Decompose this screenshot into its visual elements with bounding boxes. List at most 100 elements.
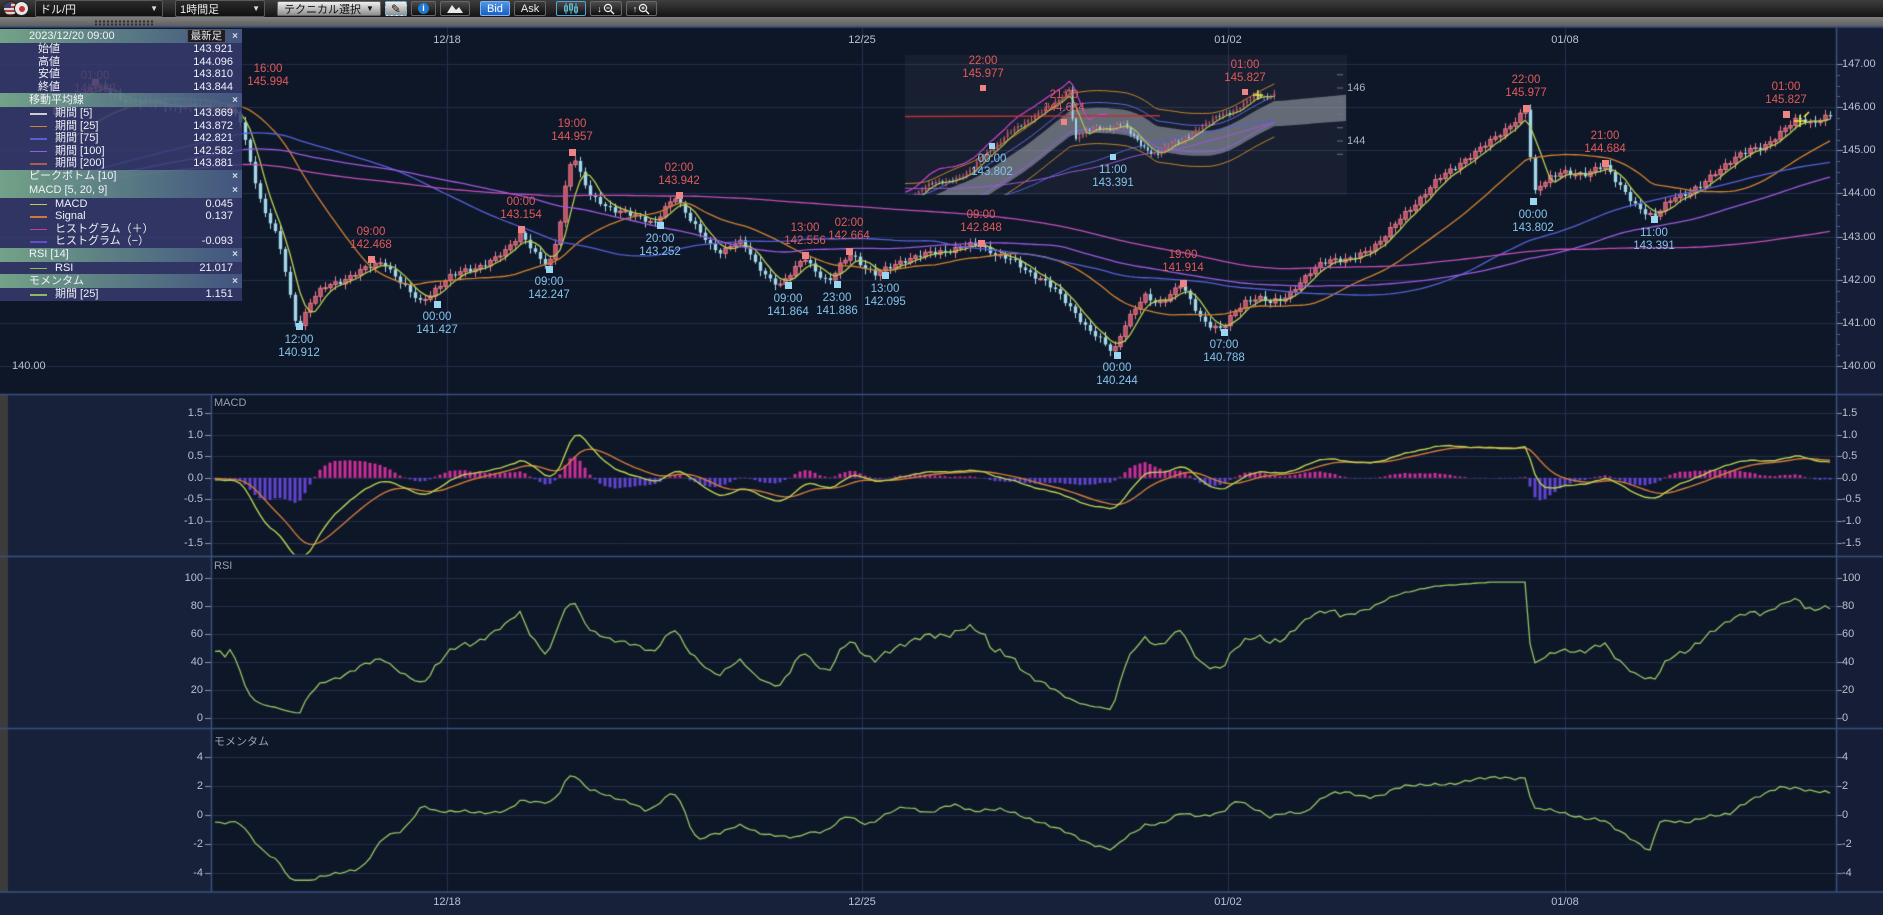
pencil-icon: ✎ xyxy=(391,2,401,16)
zoom-out-button[interactable]: ↓ xyxy=(590,1,622,16)
ohlc-label: 終値 xyxy=(38,81,60,94)
indicator-value: 143.881 xyxy=(193,157,233,170)
technical-select-button[interactable]: テクニカル選択 ▼ xyxy=(277,1,381,16)
indicator-row: 期間 [200] 143.881 xyxy=(0,157,242,170)
indicator-value: 142.582 xyxy=(193,145,233,158)
indicator-value: 142.821 xyxy=(193,132,233,145)
chevron-down-icon: ▼ xyxy=(366,4,374,13)
ohlc-value: 144.096 xyxy=(193,56,233,69)
info-button[interactable]: i xyxy=(411,1,436,16)
candlestick-icon xyxy=(563,3,579,14)
chart-canvas[interactable] xyxy=(0,0,1883,915)
indicator-value: 21.017 xyxy=(199,262,233,275)
close-icon[interactable]: × xyxy=(232,276,238,287)
magnifier-minus-icon xyxy=(603,3,615,15)
line-swatch-icon xyxy=(30,241,47,243)
indicator-value: 0.137 xyxy=(205,210,233,223)
indicator-label: ヒストグラム（−） xyxy=(55,235,149,248)
indicator-label: 期間 [25] xyxy=(55,120,98,133)
line-swatch-icon xyxy=(30,294,47,296)
mountain-icon xyxy=(447,4,463,13)
indicator-section-header: モメンタム × xyxy=(0,274,242,288)
draw-tool-button[interactable]: ✎ xyxy=(385,1,407,16)
chevron-down-icon: ▼ xyxy=(150,4,158,13)
area-chart-button[interactable] xyxy=(440,1,470,16)
line-swatch-icon xyxy=(30,113,47,115)
ask-toggle[interactable]: Ask xyxy=(514,1,546,16)
ohlc-row: 高値 144.096 xyxy=(0,56,242,69)
ohlc-value: 143.921 xyxy=(193,43,233,56)
section-title: RSI [14] xyxy=(29,248,69,261)
ohlc-row: 安値 143.810 xyxy=(0,68,242,81)
indicator-value: 1.151 xyxy=(205,288,233,301)
indicator-value: 0.045 xyxy=(205,198,233,211)
indicator-value: 143.869 xyxy=(193,107,233,120)
indicator-section-header: 移動平均線 × xyxy=(0,93,242,107)
indicator-value: -0.093 xyxy=(202,235,233,248)
section-title: ピークボトム [10] xyxy=(29,170,116,183)
indicator-section-header: ピークボトム [10] × xyxy=(0,170,242,184)
indicator-section-header: MACD [5, 20, 9] × xyxy=(0,184,242,198)
drag-handle[interactable] xyxy=(94,20,154,26)
timeframe-select[interactable]: 1時間足 ▼ xyxy=(175,0,265,17)
ohlc-info-panel: 2023/12/20 09:00 最新足 × 始値143.921高値144.09… xyxy=(0,29,242,301)
line-swatch-icon xyxy=(30,151,47,153)
section-title: MACD [5, 20, 9] xyxy=(29,184,107,197)
indicator-label: 期間 [100] xyxy=(55,145,105,158)
ohlc-value: 143.810 xyxy=(193,68,233,81)
info-panel-body: 始値143.921高値144.096安値143.810終値143.844移動平均… xyxy=(0,43,242,301)
close-icon[interactable]: × xyxy=(232,171,238,182)
line-swatch-icon xyxy=(30,126,47,128)
pair-select-label: ドル/円 xyxy=(40,1,76,17)
indicator-label: 期間 [75] xyxy=(55,132,98,145)
ohlc-value: 143.844 xyxy=(193,81,233,94)
indicator-label: RSI xyxy=(55,262,73,275)
close-icon[interactable]: × xyxy=(232,95,238,106)
ohlc-label: 高値 xyxy=(38,56,60,69)
pair-select[interactable]: ドル/円 ▼ xyxy=(35,0,163,17)
ask-toggle-label: Ask xyxy=(521,3,539,15)
close-icon[interactable]: × xyxy=(232,31,238,42)
bid-toggle[interactable]: Bid xyxy=(480,1,510,16)
indicator-label: 期間 [5] xyxy=(55,107,92,120)
close-icon[interactable]: × xyxy=(232,249,238,260)
line-swatch-icon xyxy=(30,216,47,218)
section-title: 移動平均線 xyxy=(29,94,84,107)
indicator-row: Signal 0.137 xyxy=(0,210,242,223)
line-swatch-icon xyxy=(30,204,47,206)
down-arrow-icon: ↓ xyxy=(597,4,602,14)
line-swatch-icon xyxy=(30,268,47,270)
indicator-row: ヒストグラム（＋） xyxy=(0,223,242,236)
indicator-row: 期間 [100] 142.582 xyxy=(0,145,242,158)
indicator-row: 期間 [5] 143.869 xyxy=(0,107,242,120)
ohlc-label: 始値 xyxy=(38,43,60,56)
info-icon: i xyxy=(418,3,429,14)
indicator-label: ヒストグラム（＋） xyxy=(55,223,154,236)
close-icon[interactable]: × xyxy=(232,185,238,196)
toolbar: ドル/円 ▼ 1時間足 ▼ テクニカル選択 ▼ ✎ i Bid Ask xyxy=(0,0,1883,17)
ohlc-row: 終値 143.844 xyxy=(0,81,242,94)
latest-bar-badge: 最新足 xyxy=(187,29,227,44)
section-title: モメンタム xyxy=(29,275,84,288)
ohlc-label: 安値 xyxy=(38,68,60,81)
indicator-row: RSI 21.017 xyxy=(0,262,242,275)
up-arrow-icon: ↑ xyxy=(633,4,638,14)
candle-chart-button[interactable] xyxy=(556,1,586,16)
indicator-section-header: RSI [14] × xyxy=(0,248,242,262)
indicator-label: MACD xyxy=(55,198,87,211)
currency-pair-flags xyxy=(3,1,29,16)
indicator-row: MACD 0.045 xyxy=(0,198,242,211)
indicator-row: 期間 [25]1.151 xyxy=(0,288,242,301)
line-swatch-icon xyxy=(30,163,47,165)
ohlc-row: 始値 143.921 xyxy=(0,43,242,56)
indicator-label: 期間 [200] xyxy=(55,157,105,170)
bid-toggle-label: Bid xyxy=(487,3,503,15)
indicator-row: ヒストグラム（−） -0.093 xyxy=(0,235,242,248)
magnifier-plus-icon xyxy=(638,3,650,15)
fx-chart-app: ドル/円 ▼ 1時間足 ▼ テクニカル選択 ▼ ✎ i Bid Ask xyxy=(0,0,1883,915)
zoom-in-button[interactable]: ↑ xyxy=(626,1,658,16)
chevron-down-icon: ▼ xyxy=(252,4,260,13)
indicator-label: Signal xyxy=(55,210,86,223)
technical-select-label: テクニカル選択 xyxy=(284,1,361,17)
indicator-value: 143.872 xyxy=(193,120,233,133)
